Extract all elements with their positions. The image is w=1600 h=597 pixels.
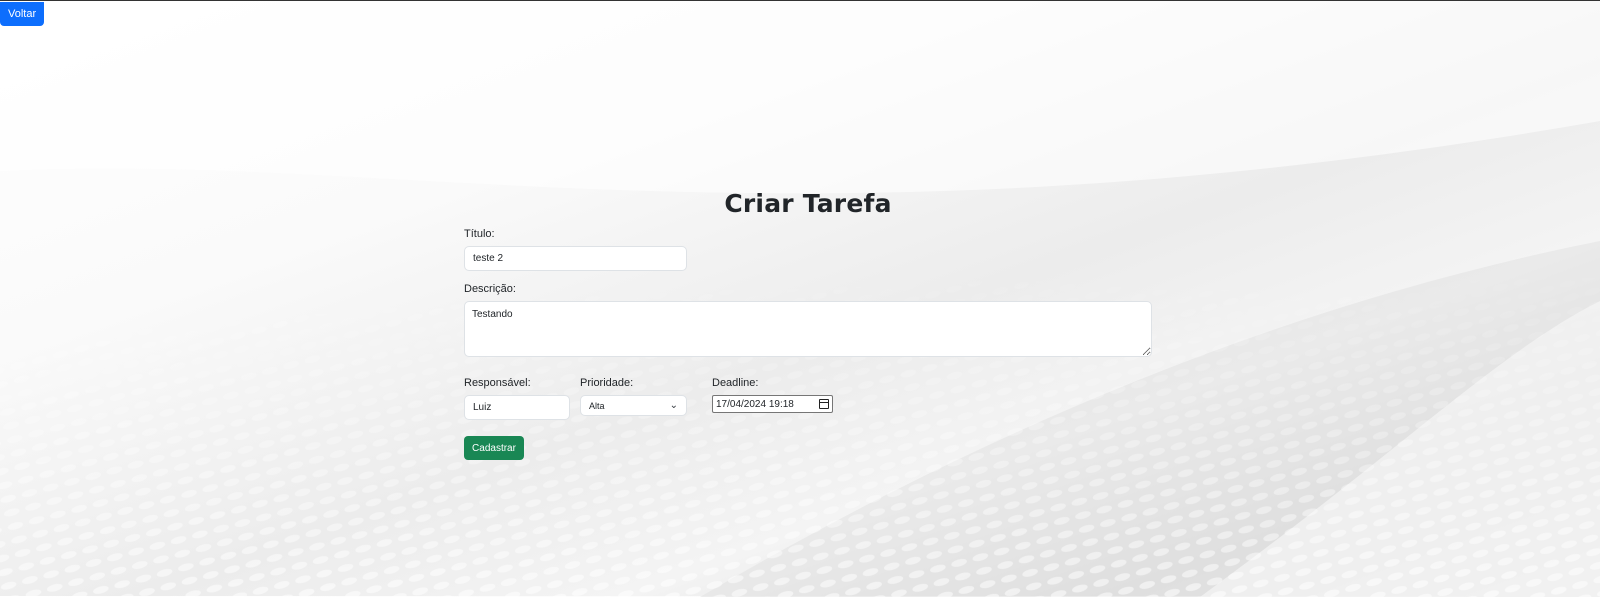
responsavel-group: Responsável: [464,377,580,420]
prioridade-label: Prioridade: [580,377,634,389]
responsavel-label: Responsável: [464,377,531,389]
descricao-textarea[interactable]: Testando [464,301,1152,357]
deadline-group: Deadline: 17/04/2024 19:18 [712,377,872,420]
back-button[interactable]: Voltar [0,2,45,26]
details-row: Responsável: Prioridade: Alta ⌄ Deadline… [464,377,1152,420]
responsavel-input[interactable] [464,395,570,420]
deadline-input[interactable]: 17/04/2024 19:18 [712,395,833,413]
deadline-value: 17/04/2024 19:18 [716,398,794,410]
descricao-label: Descrição: [464,283,516,295]
calendar-icon[interactable] [819,399,829,409]
page-title: Criar Tarefa [724,189,892,218]
prioridade-group: Prioridade: Alta ⌄ [580,377,712,420]
cadastrar-button[interactable]: Cadastrar [464,436,524,460]
titulo-label: Título: [464,228,495,240]
prioridade-selected: Alta [589,400,605,411]
prioridade-select[interactable]: Alta ⌄ [580,395,687,416]
task-form: Criar Tarefa Título: Descrição: Testando… [464,189,1152,460]
titulo-input[interactable] [464,246,687,271]
deadline-label: Deadline: [712,377,759,389]
chevron-down-icon: ⌄ [669,400,678,411]
